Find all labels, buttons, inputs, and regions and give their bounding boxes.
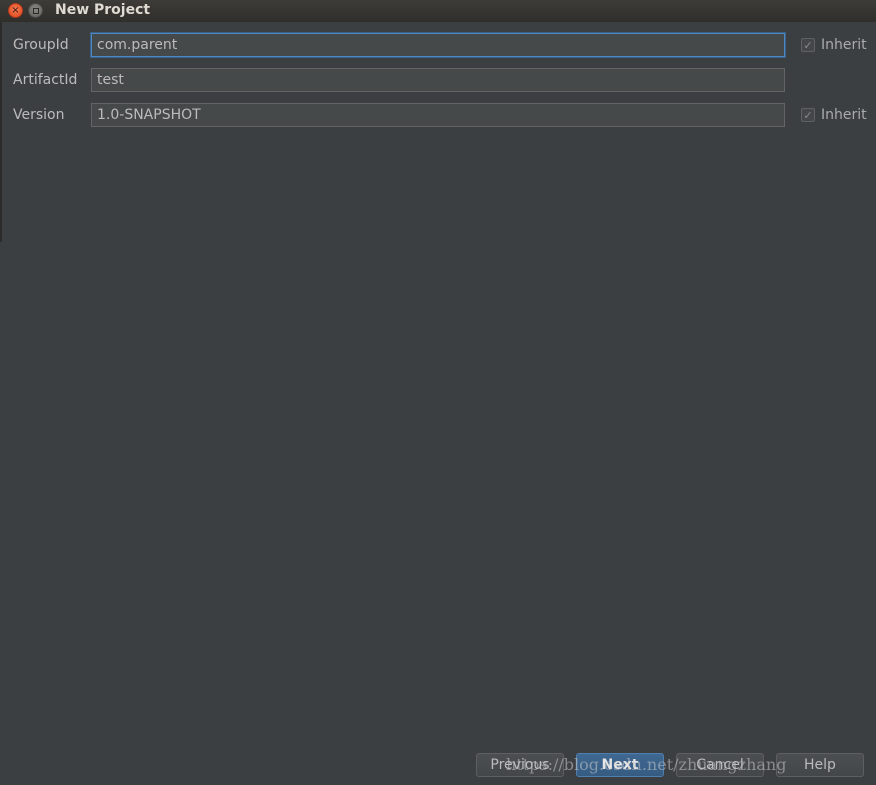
version-inherit-checkbox[interactable]: ✓ [801,108,815,122]
version-label: Version [13,107,65,123]
group-id-inherit-label: Inherit [821,37,867,53]
help-button[interactable]: Help [776,753,864,777]
title-bar: × New Project [0,0,876,22]
group-id-row: GroupId ✓ Inherit [0,33,876,59]
cancel-button[interactable]: Cancel [676,753,764,777]
window-title: New Project [55,2,151,18]
close-icon: × [11,4,20,16]
version-inherit-label: Inherit [821,107,867,123]
version-inherit-toggle[interactable]: ✓ Inherit [801,107,867,123]
next-button[interactable]: Next [576,753,664,777]
minimize-window-button[interactable] [28,3,43,18]
checkmark-icon: ✓ [803,38,813,52]
previous-button[interactable]: Previous [476,753,564,777]
group-id-inherit-checkbox[interactable]: ✓ [801,38,815,52]
artifact-id-field[interactable] [91,68,785,92]
artifact-id-label: ArtifactId [13,72,78,88]
version-field[interactable] [91,103,785,127]
close-window-button[interactable]: × [8,3,23,18]
minimize-icon [32,7,39,14]
version-row: Version ✓ Inherit [0,103,876,129]
group-id-inherit-toggle[interactable]: ✓ Inherit [801,37,867,53]
group-id-label: GroupId [13,37,69,53]
group-id-field[interactable] [91,33,785,57]
artifact-id-row: ArtifactId [0,68,876,94]
checkmark-icon: ✓ [803,108,813,122]
